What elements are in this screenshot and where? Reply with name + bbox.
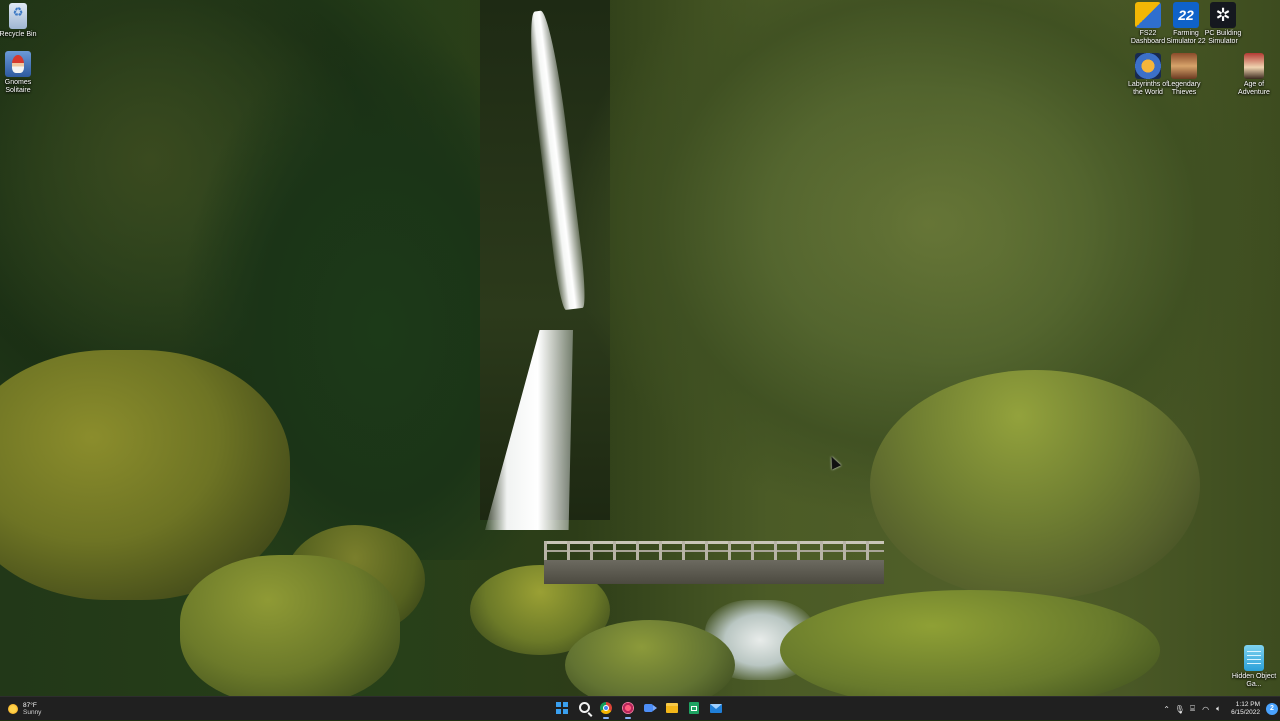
desktop-icon-label: Legendary Thieves [1167, 81, 1201, 96]
network-icon[interactable]: ⌸ [1186, 700, 1199, 718]
start-button[interactable] [552, 698, 572, 719]
farming-simulator-22-icon [1173, 2, 1199, 28]
taskbar-clock[interactable]: 1:12 PM 6/15/2022 [1231, 701, 1260, 717]
desktop-wallpaper [0, 0, 1280, 696]
desktop-icon-label: Hidden Object Ga... [1231, 673, 1277, 688]
file-explorer-button[interactable] [662, 698, 682, 719]
search-button[interactable] [574, 698, 594, 719]
moss-boulder [870, 370, 1200, 600]
spreadsheet-icon [689, 702, 699, 714]
recycle-bin-icon [9, 3, 27, 29]
chrome-icon [600, 702, 612, 714]
desktop-icon-recycle-bin[interactable]: Recycle Bin [0, 3, 42, 39]
meet-button[interactable] [640, 698, 660, 719]
desktop-icon-age-of-adventure[interactable]: Age of Adventure [1230, 53, 1278, 97]
screen-capture-button[interactable] [618, 698, 638, 719]
labyrinths-icon [1135, 53, 1161, 79]
weather-text: 87°F Sunny [23, 702, 41, 716]
pc-building-simulator-icon [1210, 2, 1236, 28]
desktop-icon-pc-building-simulator[interactable]: PC Building Simulator [1199, 2, 1247, 46]
weather-widget[interactable]: 87°F Sunny [8, 700, 41, 718]
desktop-icon-label: PC Building Simulator [1204, 30, 1242, 45]
microphone-icon[interactable]: 🎙︎ [1173, 700, 1186, 718]
windows-start-icon [556, 702, 568, 714]
desktop-icon-label: Age of Adventure [1238, 81, 1270, 96]
screen-capture-icon [622, 702, 634, 714]
chrome-button[interactable] [596, 698, 616, 719]
desktop-icon-hidden-object[interactable]: Hidden Object Ga... [1230, 645, 1278, 689]
sheets-button[interactable] [684, 698, 704, 719]
gnomes-solitaire-icon [5, 51, 31, 77]
clock-time: 1:12 PM [1235, 701, 1260, 708]
bridge-deck [544, 560, 884, 584]
weather-condition: Sunny [23, 709, 42, 716]
desktop-icon-legendary-thieves[interactable]: Legendary Thieves [1160, 53, 1208, 97]
mail-button[interactable] [706, 698, 726, 719]
taskbar-pinned-apps [552, 698, 726, 720]
mail-icon [710, 704, 722, 713]
taskbar: 87°F Sunny ⌃ 🎙︎ ⌸ ◠ 🔈︎ 1:12 PM 6/15/2022… [0, 696, 1280, 720]
folder-icon [666, 703, 678, 713]
fs22-dashboard-icon [1135, 2, 1161, 28]
sun-icon [8, 704, 18, 714]
thieves-icon [1171, 53, 1197, 79]
moss-boulder [780, 590, 1160, 696]
age-of-adventure-icon [1244, 53, 1264, 79]
notification-badge[interactable]: 2 [1266, 703, 1278, 715]
desktop-icon-label: Gnomes Solitaire [4, 79, 32, 94]
clock-date: 6/15/2022 [1231, 709, 1260, 716]
search-icon [579, 702, 590, 713]
moss-boulder [180, 555, 400, 696]
video-meet-icon [644, 704, 657, 712]
desktop-icon-gnomes-solitaire[interactable]: Gnomes Solitaire [0, 51, 42, 95]
chevron-up-icon[interactable]: ⌃ [1160, 700, 1173, 718]
wifi-icon[interactable]: ◠ [1199, 700, 1212, 718]
volume-icon[interactable]: 🔈︎ [1212, 700, 1225, 718]
system-tray: ⌃ 🎙︎ ⌸ ◠ 🔈︎ 1:12 PM 6/15/2022 2 [1160, 697, 1280, 721]
desktop-icon-label: Recycle Bin [0, 31, 37, 38]
hidden-object-icon [1244, 645, 1264, 671]
weather-temp: 87°F [23, 702, 37, 709]
